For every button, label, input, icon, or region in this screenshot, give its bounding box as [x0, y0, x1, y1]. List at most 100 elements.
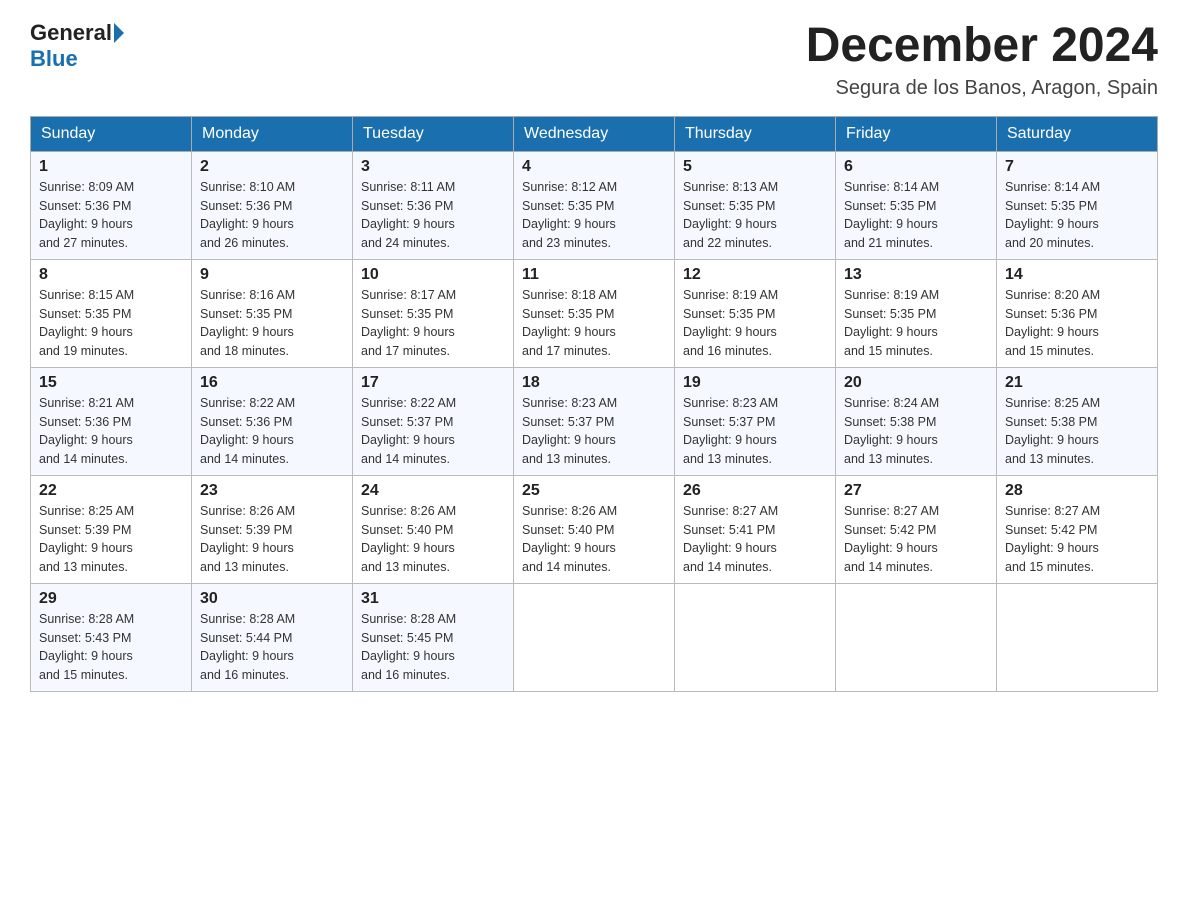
- day-number: 9: [200, 266, 344, 284]
- calendar-cell: 27Sunrise: 8:27 AMSunset: 5:42 PMDayligh…: [836, 475, 997, 583]
- calendar-cell: 29 Sunrise: 8:28 AMSunset: 5:43 PMDayligh…: [31, 583, 192, 691]
- day-info: Sunrise: 8:28 AMSunset: 5:44 PMDaylight:…: [200, 610, 344, 685]
- calendar-header-row: Sunday Monday Tuesday Wednesday Thursday…: [31, 116, 1158, 151]
- day-info: Sunrise: 8:14 AMSunset: 5:35 PMDaylight:…: [844, 178, 988, 253]
- calendar-cell: 18Sunrise: 8:23 AMSunset: 5:37 PMDayligh…: [514, 367, 675, 475]
- header-friday: Friday: [836, 116, 997, 151]
- day-info: Sunrise: 8:15 AMSunset: 5:35 PMDaylight:…: [39, 286, 183, 361]
- day-number: 15: [39, 374, 183, 392]
- day-info: Sunrise: 8:19 AMSunset: 5:35 PMDaylight:…: [844, 286, 988, 361]
- page-header: General Blue December 2024 Segura de los…: [30, 20, 1158, 100]
- calendar-week-row: 29 Sunrise: 8:28 AMSunset: 5:43 PMDayligh…: [31, 583, 1158, 691]
- day-info: Sunrise: 8:27 AMSunset: 5:41 PMDaylight:…: [683, 502, 827, 577]
- calendar-week-row: 8 Sunrise: 8:15 AMSunset: 5:35 PMDaylight…: [31, 259, 1158, 367]
- day-number: 8: [39, 266, 183, 284]
- calendar-cell: [836, 583, 997, 691]
- calendar-cell: 9Sunrise: 8:16 AMSunset: 5:35 PMDaylight…: [192, 259, 353, 367]
- calendar-cell: 5 Sunrise: 8:13 AMSunset: 5:35 PMDaylight…: [675, 151, 836, 259]
- calendar-cell: 16 Sunrise: 8:22 AMSunset: 5:36 PMDayligh…: [192, 367, 353, 475]
- day-info: Sunrise: 8:27 AMSunset: 5:42 PMDaylight:…: [1005, 502, 1149, 577]
- calendar-week-row: 1 Sunrise: 8:09 AMSunset: 5:36 PMDaylight…: [31, 151, 1158, 259]
- day-info: Sunrise: 8:22 AMSunset: 5:36 PMDaylight:…: [200, 394, 344, 469]
- day-number: 13: [844, 266, 988, 284]
- calendar-cell: 25 Sunrise: 8:26 AMSunset: 5:40 PMDayligh…: [514, 475, 675, 583]
- day-info: Sunrise: 8:21 AMSunset: 5:36 PMDaylight:…: [39, 394, 183, 469]
- day-number: 5: [683, 158, 827, 176]
- calendar-cell: [675, 583, 836, 691]
- calendar-cell: 19Sunrise: 8:23 AMSunset: 5:37 PMDayligh…: [675, 367, 836, 475]
- calendar-cell: 26 Sunrise: 8:27 AMSunset: 5:41 PMDayligh…: [675, 475, 836, 583]
- day-number: 10: [361, 266, 505, 284]
- day-info: Sunrise: 8:26 AMSunset: 5:39 PMDaylight:…: [200, 502, 344, 577]
- calendar-cell: 20 Sunrise: 8:24 AMSunset: 5:38 PMDayligh…: [836, 367, 997, 475]
- calendar-cell: 21Sunrise: 8:25 AMSunset: 5:38 PMDayligh…: [997, 367, 1158, 475]
- calendar-cell: 1 Sunrise: 8:09 AMSunset: 5:36 PMDaylight…: [31, 151, 192, 259]
- day-number: 20: [844, 374, 988, 392]
- day-number: 6: [844, 158, 988, 176]
- day-number: 29: [39, 590, 183, 608]
- day-info: Sunrise: 8:22 AMSunset: 5:37 PMDaylight:…: [361, 394, 505, 469]
- day-info: Sunrise: 8:10 AMSunset: 5:36 PMDaylight:…: [200, 178, 344, 253]
- title-area: December 2024 Segura de los Banos, Arago…: [806, 20, 1158, 100]
- header-wednesday: Wednesday: [514, 116, 675, 151]
- month-title: December 2024: [806, 20, 1158, 73]
- day-info: Sunrise: 8:09 AMSunset: 5:36 PMDaylight:…: [39, 178, 183, 253]
- calendar-cell: 6 Sunrise: 8:14 AMSunset: 5:35 PMDaylight…: [836, 151, 997, 259]
- day-number: 11: [522, 266, 666, 284]
- day-info: Sunrise: 8:13 AMSunset: 5:35 PMDaylight:…: [683, 178, 827, 253]
- day-number: 23: [200, 482, 344, 500]
- calendar-cell: [997, 583, 1158, 691]
- header-saturday: Saturday: [997, 116, 1158, 151]
- day-number: 7: [1005, 158, 1149, 176]
- calendar-week-row: 22 Sunrise: 8:25 AMSunset: 5:39 PMDayligh…: [31, 475, 1158, 583]
- day-number: 24: [361, 482, 505, 500]
- calendar-cell: 24 Sunrise: 8:26 AMSunset: 5:40 PMDayligh…: [353, 475, 514, 583]
- header-monday: Monday: [192, 116, 353, 151]
- logo-text-general: General: [30, 20, 112, 46]
- calendar-cell: 3 Sunrise: 8:11 AMSunset: 5:36 PMDaylight…: [353, 151, 514, 259]
- header-tuesday: Tuesday: [353, 116, 514, 151]
- day-number: 14: [1005, 266, 1149, 284]
- day-info: Sunrise: 8:24 AMSunset: 5:38 PMDaylight:…: [844, 394, 988, 469]
- day-info: Sunrise: 8:25 AMSunset: 5:39 PMDaylight:…: [39, 502, 183, 577]
- calendar-cell: 7 Sunrise: 8:14 AMSunset: 5:35 PMDaylight…: [997, 151, 1158, 259]
- day-number: 25: [522, 482, 666, 500]
- day-info: Sunrise: 8:28 AMSunset: 5:43 PMDaylight:…: [39, 610, 183, 685]
- day-number: 17: [361, 374, 505, 392]
- day-info: Sunrise: 8:14 AMSunset: 5:35 PMDaylight:…: [1005, 178, 1149, 253]
- day-info: Sunrise: 8:27 AMSunset: 5:42 PMDaylight:…: [844, 502, 988, 577]
- calendar-cell: 15 Sunrise: 8:21 AMSunset: 5:36 PMDayligh…: [31, 367, 192, 475]
- day-number: 12: [683, 266, 827, 284]
- day-number: 3: [361, 158, 505, 176]
- logo: General Blue: [30, 20, 124, 72]
- day-info: Sunrise: 8:12 AMSunset: 5:35 PMDaylight:…: [522, 178, 666, 253]
- day-number: 2: [200, 158, 344, 176]
- header-thursday: Thursday: [675, 116, 836, 151]
- calendar-cell: 23 Sunrise: 8:26 AMSunset: 5:39 PMDayligh…: [192, 475, 353, 583]
- day-info: Sunrise: 8:11 AMSunset: 5:36 PMDaylight:…: [361, 178, 505, 253]
- day-info: Sunrise: 8:20 AMSunset: 5:36 PMDaylight:…: [1005, 286, 1149, 361]
- calendar-cell: 28 Sunrise: 8:27 AMSunset: 5:42 PMDayligh…: [997, 475, 1158, 583]
- day-number: 28: [1005, 482, 1149, 500]
- day-info: Sunrise: 8:26 AMSunset: 5:40 PMDaylight:…: [361, 502, 505, 577]
- day-info: Sunrise: 8:19 AMSunset: 5:35 PMDaylight:…: [683, 286, 827, 361]
- day-info: Sunrise: 8:28 AMSunset: 5:45 PMDaylight:…: [361, 610, 505, 685]
- day-number: 21: [1005, 374, 1149, 392]
- calendar-cell: 8 Sunrise: 8:15 AMSunset: 5:35 PMDaylight…: [31, 259, 192, 367]
- day-number: 30: [200, 590, 344, 608]
- calendar-table: Sunday Monday Tuesday Wednesday Thursday…: [30, 116, 1158, 692]
- day-number: 1: [39, 158, 183, 176]
- day-number: 22: [39, 482, 183, 500]
- calendar-cell: 2 Sunrise: 8:10 AMSunset: 5:36 PMDaylight…: [192, 151, 353, 259]
- day-info: Sunrise: 8:26 AMSunset: 5:40 PMDaylight:…: [522, 502, 666, 577]
- calendar-cell: 17 Sunrise: 8:22 AMSunset: 5:37 PMDayligh…: [353, 367, 514, 475]
- day-number: 26: [683, 482, 827, 500]
- day-info: Sunrise: 8:23 AMSunset: 5:37 PMDaylight:…: [683, 394, 827, 469]
- day-info: Sunrise: 8:18 AMSunset: 5:35 PMDaylight:…: [522, 286, 666, 361]
- day-number: 16: [200, 374, 344, 392]
- logo-arrow-icon: [114, 23, 124, 43]
- calendar-cell: 22 Sunrise: 8:25 AMSunset: 5:39 PMDayligh…: [31, 475, 192, 583]
- calendar-week-row: 15 Sunrise: 8:21 AMSunset: 5:36 PMDayligh…: [31, 367, 1158, 475]
- calendar-cell: 11 Sunrise: 8:18 AMSunset: 5:35 PMDayligh…: [514, 259, 675, 367]
- calendar-cell: 13 Sunrise: 8:19 AMSunset: 5:35 PMDayligh…: [836, 259, 997, 367]
